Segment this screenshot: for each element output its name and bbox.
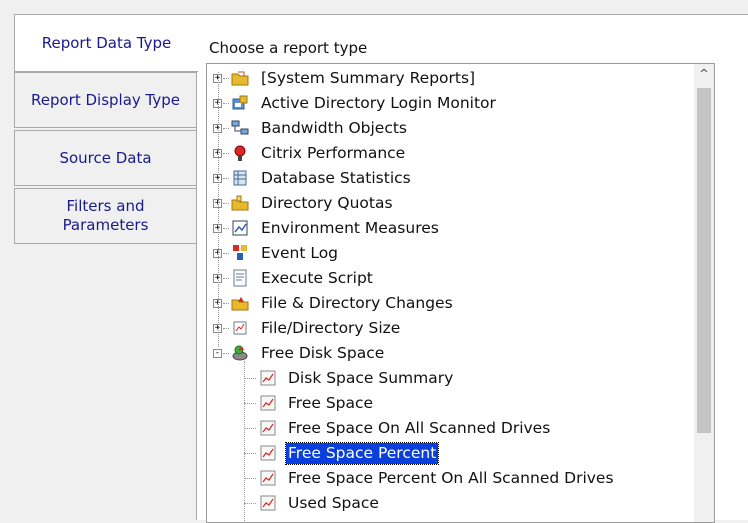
tree-connector (223, 253, 229, 254)
tree-item[interactable]: + File & Directory Changes (207, 291, 695, 316)
tree-connector (223, 78, 229, 79)
tree-connector (244, 478, 256, 479)
report-icon (259, 394, 277, 412)
tree-connector (244, 503, 256, 504)
tree-connector (244, 378, 256, 379)
tree-connector (244, 453, 256, 454)
tree-child-item[interactable]: Free Space Percent On All Scanned Drives (207, 466, 695, 491)
tree-item-label: Active Directory Login Monitor (261, 94, 496, 112)
tree-item-label: Free Space Percent On All Scanned Drives (288, 469, 614, 487)
tree-connector (223, 278, 229, 279)
database-icon (231, 169, 249, 187)
tree-item-label: Database Statistics (261, 169, 411, 187)
tree-item[interactable]: + Event Log (207, 241, 695, 266)
tree-child-item[interactable]: Free Space Percent (207, 441, 695, 466)
tree-item[interactable]: + File/Directory Size (207, 316, 695, 341)
tab-filters-and-parameters[interactable]: Filters and Parameters (14, 188, 197, 244)
report-icon (259, 444, 277, 462)
tree-child-item[interactable]: Free Space On All Scanned Drives (207, 416, 695, 441)
tree-connector (223, 153, 229, 154)
report-icon (259, 369, 277, 387)
tree-item-label: Execute Script (261, 269, 373, 287)
tree-child-item[interactable]: Disk Space Summary (207, 366, 695, 391)
tree-connector (223, 353, 229, 354)
active-directory-icon (231, 94, 249, 112)
tree-connector (218, 72, 219, 347)
file-size-icon (231, 319, 249, 337)
scrollbar-thumb[interactable] (697, 88, 711, 433)
tree-item-label: [System Summary Reports] (261, 69, 476, 87)
report-icon (259, 494, 277, 512)
scroll-up-icon[interactable]: ^ (698, 68, 710, 80)
tree-item-label: Environment Measures (261, 219, 439, 237)
tree-item-label: Used Space (288, 494, 379, 512)
folder-change-icon (231, 294, 249, 312)
tree-child-item[interactable]: Free Space (207, 391, 695, 416)
citrix-icon (231, 144, 249, 162)
tree-item[interactable]: + Execute Script (207, 266, 695, 291)
tree-item[interactable]: + [System Summary Reports] (207, 66, 695, 91)
tree-item[interactable]: + Environment Measures (207, 216, 695, 241)
tree-item-label: File/Directory Size (261, 319, 401, 337)
tree-connector (223, 328, 229, 329)
report-type-panel: Choose a report type ^ + [System Summary … (196, 14, 748, 523)
tab-source-data[interactable]: Source Data (14, 130, 197, 186)
report-type-tree[interactable]: ^ + [System Summary Reports] + Active Direc… (206, 63, 715, 523)
vertical-scrollbar[interactable]: ^ (694, 64, 714, 522)
report-icon (259, 469, 277, 487)
tab-label: Report Data Type (41, 33, 172, 52)
tree-item[interactable]: + Directory Quotas (207, 191, 695, 216)
event-log-icon (231, 244, 249, 262)
tree-child-item[interactable]: Used Space (207, 491, 695, 516)
tree-connector (223, 203, 229, 204)
tree-item-label: Citrix Performance (261, 144, 406, 162)
tree-connector (223, 303, 229, 304)
tree-item-label: File & Directory Changes (261, 294, 453, 312)
tab-report-display-type[interactable]: Report Display Type (14, 72, 197, 128)
collapse-icon[interactable]: - (213, 349, 222, 358)
tab-label: Source Data (59, 148, 152, 167)
tree-item-label: Free Space Percent (284, 442, 440, 465)
disk-icon (231, 344, 249, 362)
network-icon (231, 119, 249, 137)
tree-item-label: Disk Space Summary (288, 369, 454, 387)
tree-item[interactable]: + Bandwidth Objects (207, 116, 695, 141)
tree-item[interactable]: + Database Statistics (207, 166, 695, 191)
folder-icon (231, 69, 249, 87)
folder-quota-icon (231, 194, 249, 212)
tree-connector (223, 128, 229, 129)
tree-connector (244, 361, 245, 521)
tree-connector (223, 228, 229, 229)
tree-item-label: Free Space On All Scanned Drives (288, 419, 551, 437)
tree-item-label: Free Space (288, 394, 374, 412)
tab-label: Report Display Type (30, 90, 180, 109)
tree-item-label: Event Log (261, 244, 339, 262)
tree-connector (244, 428, 256, 429)
tree-item[interactable]: - Free Disk Space (207, 341, 695, 366)
panel-title: Choose a report type (209, 39, 368, 57)
tree-item-label: Directory Quotas (261, 194, 393, 212)
tree-item[interactable]: + Citrix Performance (207, 141, 695, 166)
tree-connector (223, 178, 229, 179)
report-icon (259, 419, 277, 437)
tab-report-data-type[interactable]: Report Data Type (14, 14, 198, 72)
tree-connector (223, 103, 229, 104)
script-icon (231, 269, 249, 287)
tab-label: Filters and Parameters (62, 197, 149, 234)
tree-connector (244, 403, 256, 404)
tree-item-label: Free Disk Space (261, 344, 385, 362)
tree-item-label: Bandwidth Objects (261, 119, 408, 137)
tree-item[interactable]: + Active Directory Login Monitor (207, 91, 695, 116)
environment-icon (231, 219, 249, 237)
